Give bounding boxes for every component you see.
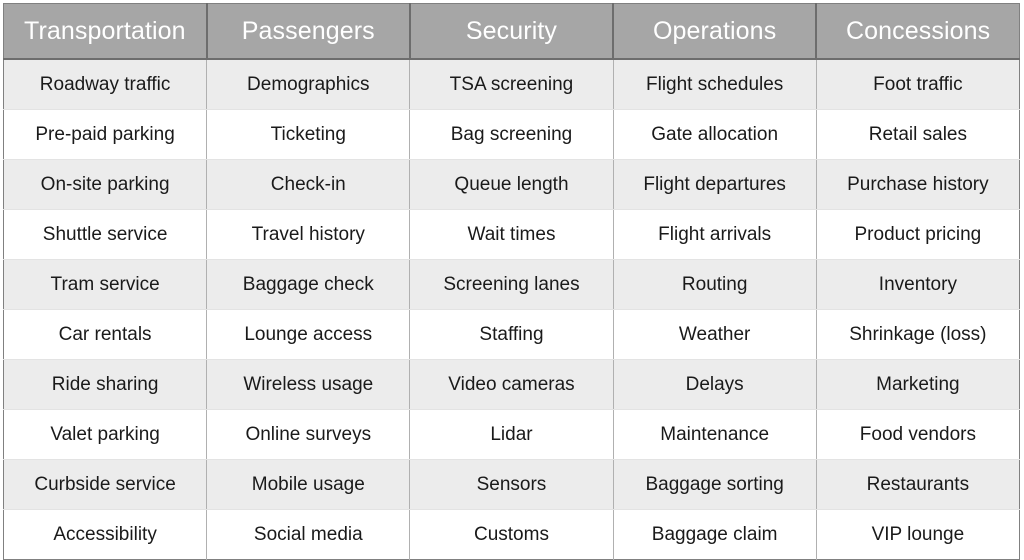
table-row: Car rentals Lounge access Staffing Weather S… — [3, 309, 1020, 360]
table-cell[interactable]: Pre-paid parking — [3, 109, 208, 160]
airport-data-categories-table: Transportation Passengers Security Operatio… — [3, 3, 1020, 560]
table-cell[interactable]: On-site parking — [3, 159, 208, 210]
table-cell[interactable]: Video cameras — [409, 359, 614, 410]
table-cell[interactable]: Wireless usage — [206, 359, 411, 410]
table-cell[interactable]: Restaurants — [816, 459, 1020, 510]
table-cell[interactable]: Ticketing — [206, 109, 411, 160]
table-cell[interactable]: Flight departures — [613, 159, 817, 210]
column-header-security[interactable]: Security — [409, 3, 615, 60]
column-header-operations[interactable]: Operations — [613, 3, 818, 60]
table-cell[interactable]: Check-in — [206, 159, 411, 210]
table-row: Roadway traffic Demographics TSA screening… — [3, 59, 1020, 110]
table-row: Shuttle service Travel history Wait times F… — [3, 209, 1020, 260]
table-cell[interactable]: Social media — [206, 509, 411, 560]
table-cell[interactable]: Maintenance — [613, 409, 817, 460]
table-cell[interactable]: Delays — [613, 359, 817, 410]
table-cell[interactable]: Baggage sorting — [613, 459, 817, 510]
table-row: Tram service Baggage check Screening lanes… — [3, 259, 1020, 310]
table-cell[interactable]: Gate allocation — [613, 109, 817, 160]
table-row: On-site parking Check-in Queue length Fligh… — [3, 159, 1020, 210]
column-header-transportation[interactable]: Transportation — [3, 3, 208, 60]
table-cell[interactable]: Product pricing — [816, 209, 1020, 260]
column-header-concessions[interactable]: Concessions — [816, 3, 1020, 60]
table-container: Transportation Passengers Security Operatio… — [0, 0, 1024, 560]
table-cell[interactable]: Foot traffic — [816, 59, 1020, 110]
table-cell[interactable]: Online surveys — [206, 409, 411, 460]
table-cell[interactable]: Shrinkage (loss) — [816, 309, 1020, 360]
table-cell[interactable]: Purchase history — [816, 159, 1020, 210]
table-body: Roadway traffic Demographics TSA screening… — [3, 59, 1020, 560]
table-header: Transportation Passengers Security Operatio… — [3, 3, 1020, 60]
table-cell[interactable]: Lidar — [409, 409, 614, 460]
table-cell[interactable]: Roadway traffic — [3, 59, 208, 110]
table-cell[interactable]: Curbside service — [3, 459, 208, 510]
table-cell[interactable]: VIP lounge — [816, 509, 1020, 560]
table-cell[interactable]: Travel history — [206, 209, 411, 260]
table-cell[interactable]: Bag screening — [409, 109, 614, 160]
table-cell[interactable]: Ride sharing — [3, 359, 208, 410]
table-cell[interactable]: TSA screening — [409, 59, 614, 110]
table-cell[interactable]: Baggage check — [206, 259, 411, 310]
table-cell[interactable]: Valet parking — [3, 409, 208, 460]
table-row: Ride sharing Wireless usage Video cameras D… — [3, 359, 1020, 410]
header-row: Transportation Passengers Security Operatio… — [3, 3, 1020, 60]
table-cell[interactable]: Flight arrivals — [613, 209, 817, 260]
table-cell[interactable]: Inventory — [816, 259, 1020, 310]
table-cell[interactable]: Car rentals — [3, 309, 208, 360]
table-cell[interactable]: Flight schedules — [613, 59, 817, 110]
table-cell[interactable]: Routing — [613, 259, 817, 310]
table-cell[interactable]: Demographics — [206, 59, 411, 110]
table-cell[interactable]: Staffing — [409, 309, 614, 360]
table-cell[interactable]: Food vendors — [816, 409, 1020, 460]
table-cell[interactable]: Wait times — [409, 209, 614, 260]
table-cell[interactable]: Customs — [409, 509, 614, 560]
table-cell[interactable]: Sensors — [409, 459, 614, 510]
table-row: Accessibility Social media Customs Baggage … — [3, 509, 1020, 560]
table-row: Pre-paid parking Ticketing Bag screening Ga… — [3, 109, 1020, 160]
table-cell[interactable]: Accessibility — [3, 509, 208, 560]
table-cell[interactable]: Baggage claim — [613, 509, 817, 560]
column-header-passengers[interactable]: Passengers — [206, 3, 411, 60]
table-cell[interactable]: Marketing — [816, 359, 1020, 410]
table-cell[interactable]: Screening lanes — [409, 259, 614, 310]
table-row: Curbside service Mobile usage Sensors Bagga… — [3, 459, 1020, 510]
table-cell[interactable]: Weather — [613, 309, 817, 360]
table-cell[interactable]: Mobile usage — [206, 459, 411, 510]
table-cell[interactable]: Retail sales — [816, 109, 1020, 160]
table-row: Valet parking Online surveys Lidar Maintena… — [3, 409, 1020, 460]
table-cell[interactable]: Tram service — [3, 259, 208, 310]
table-cell[interactable]: Shuttle service — [3, 209, 208, 260]
table-cell[interactable]: Lounge access — [206, 309, 411, 360]
table-cell[interactable]: Queue length — [409, 159, 614, 210]
